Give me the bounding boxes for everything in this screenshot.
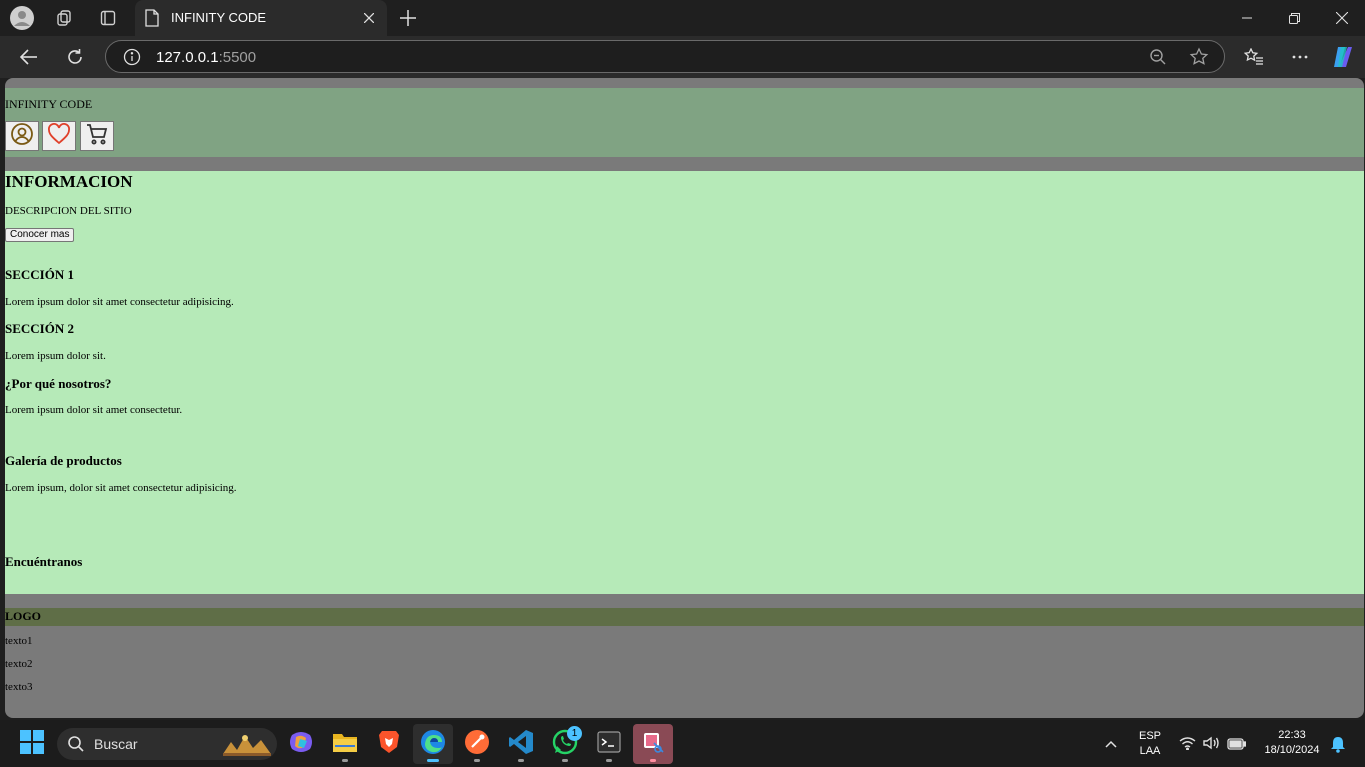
favorite-star-icon[interactable] [1188, 46, 1210, 68]
volume-icon[interactable] [1203, 736, 1220, 755]
gallery-title: Galería de productos [5, 453, 122, 468]
browser-tab-bar: INFINITY CODE [0, 0, 1365, 36]
tab-title: INFINITY CODE [171, 10, 267, 25]
main-content: INFORMACION DESCRIPCION DEL SITIO Conoce… [5, 171, 1364, 594]
reload-button[interactable] [59, 41, 91, 73]
date-text: 18/10/2024 [1264, 744, 1320, 756]
search-highlight-icon [221, 730, 273, 763]
taskbar-file-explorer[interactable] [325, 724, 365, 764]
clock[interactable]: 22:33 18/10/2024 [1257, 729, 1327, 756]
account-button[interactable] [5, 121, 39, 151]
heart-icon [47, 122, 71, 150]
gallery-text: Lorem ipsum, dolor sit amet consectetur … [5, 482, 237, 494]
page-icon [145, 9, 159, 32]
taskbar-snipping-tool[interactable] [633, 724, 673, 764]
new-tab-icon[interactable] [395, 5, 421, 31]
find-us-title: Encuéntranos [5, 554, 83, 569]
workspaces-icon[interactable] [52, 5, 78, 31]
notification-bell-icon[interactable] [1330, 736, 1346, 758]
favorites-icon[interactable] [1238, 41, 1270, 73]
wishlist-button[interactable] [42, 121, 76, 151]
language-indicator[interactable]: ESP LAA [1134, 730, 1166, 757]
footer-logo-bar: LOGO [5, 608, 1364, 626]
folder-icon [332, 731, 358, 758]
tab-actions-icon[interactable] [95, 5, 121, 31]
info-title: INFORMACION [5, 172, 133, 191]
site-header: INFINITY CODE [5, 88, 1364, 157]
wifi-icon[interactable] [1179, 736, 1196, 755]
search-label: Buscar [94, 736, 138, 752]
footer-text-1: texto1 [5, 635, 33, 647]
copilot-app-icon [288, 729, 314, 760]
windows-icon [20, 729, 44, 759]
cart-icon [85, 122, 109, 151]
why-us-title: ¿Por qué nosotros? [5, 376, 112, 391]
section-1-title: SECCIÓN 1 [5, 267, 74, 282]
taskbar-edge[interactable] [413, 724, 453, 764]
user-icon [10, 122, 34, 151]
section-1-text: Lorem ipsum dolor sit amet consectetur a… [5, 296, 234, 308]
section-2-text: Lorem ipsum dolor sit. [5, 350, 106, 362]
browser-toolbar: 127.0.0.1:5500 [0, 36, 1365, 78]
taskbar-search[interactable]: Buscar [57, 728, 277, 760]
taskbar: Buscar 1 ESP LAA 22:33 18/10/2024 [0, 720, 1365, 767]
why-us-text: Lorem ipsum dolor sit amet consectetur. [5, 404, 183, 416]
taskbar-terminal[interactable] [589, 724, 629, 764]
snipping-tool-icon [641, 730, 665, 759]
taskbar-brave[interactable] [369, 724, 409, 764]
info-description: DESCRIPCION DEL SITIO [5, 205, 132, 217]
brave-icon [378, 729, 400, 760]
learn-more-button[interactable]: Conocer mas [5, 228, 75, 242]
brand-name: INFINITY CODE [5, 97, 93, 111]
minimize-button[interactable] [1224, 0, 1270, 36]
address-bar[interactable]: 127.0.0.1:5500 [105, 40, 1225, 73]
footer-text-3: texto3 [5, 681, 33, 693]
close-tab-icon[interactable] [359, 8, 379, 28]
search-icon [67, 735, 85, 758]
battery-icon[interactable] [1227, 737, 1247, 755]
time-text: 22:33 [1278, 729, 1306, 741]
section-2-title: SECCIÓN 2 [5, 321, 74, 336]
cart-button[interactable] [80, 121, 114, 151]
start-button[interactable] [12, 724, 52, 764]
tab-active[interactable]: INFINITY CODE [135, 0, 387, 36]
page-viewport: INFINITY CODE INFORMACION DESCRIPCION DE… [5, 78, 1364, 718]
edge-icon [420, 729, 446, 760]
close-window-button[interactable] [1319, 0, 1365, 36]
taskbar-whatsapp[interactable]: 1 [545, 724, 585, 764]
terminal-icon [597, 730, 621, 758]
postman-icon [464, 729, 490, 760]
footer-logo: LOGO [5, 609, 42, 623]
tray-overflow[interactable] [1091, 724, 1131, 764]
chevron-up-icon [1105, 735, 1117, 753]
copilot-icon[interactable] [1327, 41, 1359, 73]
notification-badge: 1 [567, 726, 582, 741]
more-menu-icon[interactable] [1284, 41, 1316, 73]
taskbar-postman[interactable] [457, 724, 497, 764]
taskbar-vscode[interactable] [501, 724, 541, 764]
url-text: 127.0.0.1:5500 [156, 49, 257, 66]
footer-text-2: texto2 [5, 658, 33, 670]
site-info-icon[interactable] [123, 48, 141, 71]
back-button[interactable] [13, 41, 45, 73]
zoom-icon[interactable] [1147, 46, 1169, 68]
vscode-icon [508, 729, 534, 760]
taskbar-copilot[interactable] [281, 724, 321, 764]
restore-button[interactable] [1271, 0, 1317, 36]
profile-icon[interactable] [9, 5, 35, 31]
